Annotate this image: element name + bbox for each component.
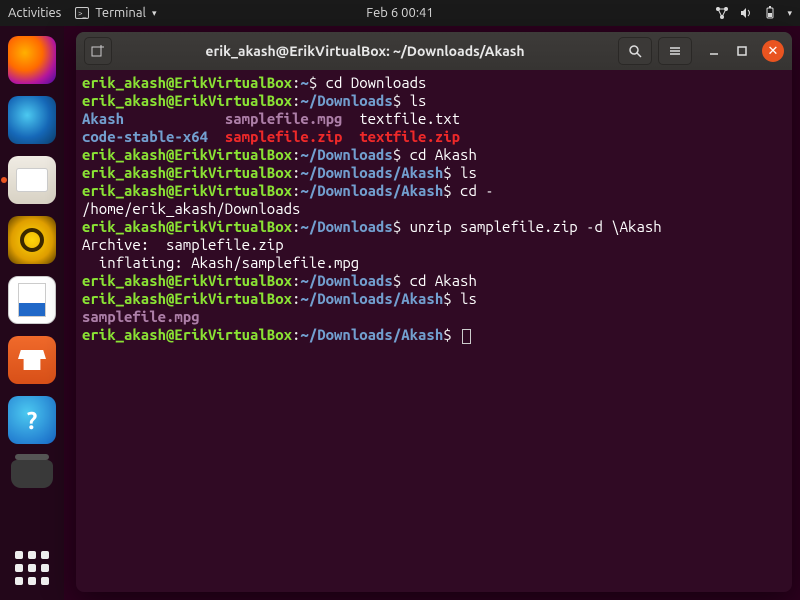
- dock-help[interactable]: ?: [8, 396, 56, 444]
- terminal-output[interactable]: erik_akash@ErikVirtualBox:~$ cd Download…: [76, 70, 792, 592]
- dock-libreoffice-writer[interactable]: [8, 276, 56, 324]
- window-title: erik_akash@ErikVirtualBox: ~/Downloads/A…: [118, 43, 612, 59]
- search-button[interactable]: [618, 37, 652, 65]
- show-applications-button[interactable]: [12, 548, 52, 588]
- running-indicator: [1, 177, 7, 183]
- dock-files[interactable]: [8, 156, 56, 204]
- app-menu[interactable]: >_ Terminal ▾: [75, 6, 156, 20]
- hamburger-menu-button[interactable]: [658, 37, 692, 65]
- minimize-button[interactable]: [706, 43, 722, 59]
- maximize-button[interactable]: [734, 43, 750, 59]
- close-button[interactable]: ✕: [762, 40, 784, 62]
- network-icon[interactable]: [715, 6, 729, 20]
- dock-thunderbird[interactable]: [8, 96, 56, 144]
- chevron-down-icon: ▾: [152, 8, 157, 19]
- dock-firefox[interactable]: [8, 36, 56, 84]
- terminal-window: erik_akash@ErikVirtualBox: ~/Downloads/A…: [76, 32, 792, 592]
- dock: ?: [0, 26, 64, 600]
- gnome-top-bar: Activities >_ Terminal ▾ Feb 6 00:41 ▾: [0, 0, 800, 26]
- battery-icon[interactable]: [763, 6, 777, 20]
- app-menu-label: Terminal: [95, 6, 146, 20]
- new-tab-button[interactable]: [84, 37, 112, 65]
- svg-text:>_: >_: [78, 9, 87, 18]
- titlebar[interactable]: erik_akash@ErikVirtualBox: ~/Downloads/A…: [76, 32, 792, 70]
- activities-button[interactable]: Activities: [8, 6, 61, 20]
- volume-icon[interactable]: [739, 6, 753, 20]
- cursor: [462, 329, 471, 344]
- dock-ubuntu-software[interactable]: [8, 336, 56, 384]
- system-menu-chevron-icon[interactable]: ▾: [787, 8, 792, 19]
- dock-rhythmbox[interactable]: [8, 216, 56, 264]
- terminal-icon: >_: [75, 6, 89, 20]
- dock-trash[interactable]: [11, 460, 53, 488]
